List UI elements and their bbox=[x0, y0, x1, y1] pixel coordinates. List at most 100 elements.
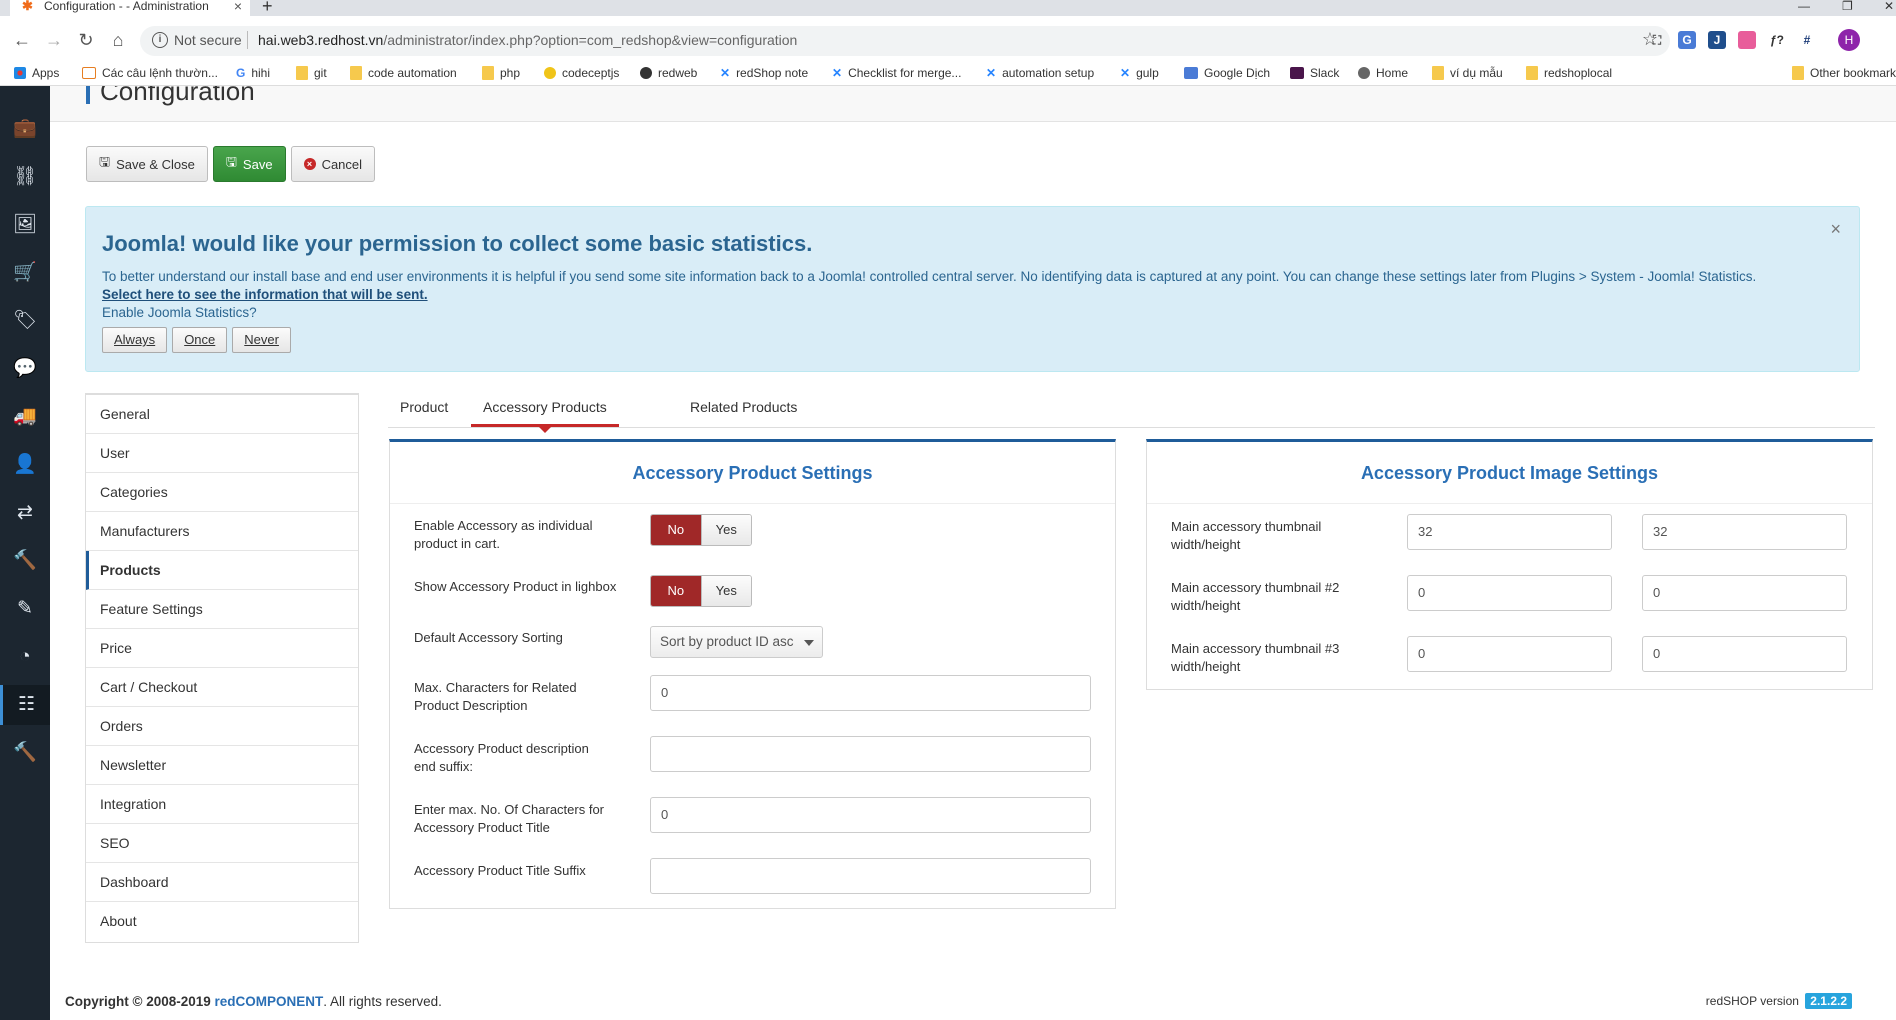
sidenav-item-orders[interactable]: Orders bbox=[86, 707, 358, 746]
brand-link[interactable]: redCOMPONENT bbox=[215, 994, 324, 1009]
title-suffix-input[interactable] bbox=[650, 858, 1091, 894]
bookmark-item[interactable]: git bbox=[296, 64, 327, 82]
sitemap-icon[interactable]: ⛓ bbox=[0, 157, 50, 197]
cart-icon[interactable]: 🛒 bbox=[0, 253, 50, 293]
user-icon[interactable]: 👤 bbox=[0, 445, 50, 485]
enable-accessory-toggle[interactable]: No Yes bbox=[650, 514, 752, 546]
toggle-no[interactable]: No bbox=[651, 515, 701, 545]
thumb2-width-input[interactable]: 0 bbox=[1407, 575, 1612, 611]
grid-extension-icon[interactable]: # bbox=[1798, 31, 1816, 49]
close-icon[interactable]: × bbox=[1830, 219, 1841, 240]
bookmark-label: hihi bbox=[251, 66, 271, 80]
profile-avatar[interactable]: H bbox=[1838, 29, 1860, 51]
forward-icon[interactable]: → bbox=[42, 28, 66, 52]
sidenav-item-categories[interactable]: Categories bbox=[86, 473, 358, 512]
tag-icon[interactable]: 🏷 bbox=[0, 301, 50, 341]
comment-icon[interactable]: 💬 bbox=[0, 349, 50, 389]
globe-icon bbox=[1358, 67, 1370, 79]
tab-accessory-products[interactable]: Accessory Products bbox=[471, 391, 619, 433]
screenshot-extension-icon[interactable]: ⛶ bbox=[1648, 31, 1666, 49]
pencil-icon[interactable]: ✎ bbox=[0, 589, 50, 629]
bookmark-item[interactable]: Google Dịch bbox=[1184, 64, 1270, 82]
bookmark-item[interactable]: php bbox=[482, 64, 520, 82]
max-title-input[interactable]: 0 bbox=[650, 797, 1091, 833]
truck-icon[interactable]: 🚚 bbox=[0, 397, 50, 437]
font-extension-icon[interactable]: ƒ? bbox=[1768, 31, 1786, 49]
sidenav-item-dashboard[interactable]: Dashboard bbox=[86, 863, 358, 902]
image-icon[interactable]: 🖼 bbox=[0, 205, 50, 245]
sidenav-item-cart-checkout[interactable]: Cart / Checkout bbox=[86, 668, 358, 707]
bookmark-label: Checklist for merge... bbox=[848, 66, 962, 80]
thumb1-height-input[interactable]: 32 bbox=[1642, 514, 1847, 550]
thumb1-width-input[interactable]: 32 bbox=[1407, 514, 1612, 550]
once-button[interactable]: Once bbox=[172, 327, 228, 353]
tools-icon[interactable]: 🔨 bbox=[0, 733, 50, 773]
bookmark-item[interactable]: codeceptjs bbox=[544, 64, 619, 82]
pie-chart-icon[interactable]: ◔ bbox=[0, 637, 50, 677]
thumb3-height-input[interactable]: 0 bbox=[1642, 636, 1847, 672]
address-bar[interactable]: i Not secure hai.web3.redhost.vn/adminis… bbox=[140, 26, 1670, 56]
info-icon[interactable]: i bbox=[152, 32, 168, 48]
bookmark-item[interactable]: ✕ Checklist for merge... bbox=[832, 64, 961, 82]
back-icon[interactable]: ← bbox=[10, 28, 34, 52]
briefcase-icon[interactable]: 💼 bbox=[0, 109, 50, 149]
tab-related-products[interactable]: Related Products bbox=[678, 391, 809, 427]
save-button[interactable]: 🖫 Save bbox=[212, 146, 286, 182]
bookmark-item[interactable]: redweb bbox=[640, 64, 697, 82]
minimize-icon[interactable]: — bbox=[1798, 0, 1810, 12]
hammer-icon[interactable]: 🔨 bbox=[0, 541, 50, 581]
thumb2-height-input[interactable]: 0 bbox=[1642, 575, 1847, 611]
sidenav-item-seo[interactable]: SEO bbox=[86, 824, 358, 863]
tab-label: Related Products bbox=[690, 399, 798, 415]
toggle-no[interactable]: No bbox=[651, 576, 701, 606]
stats-info-link[interactable]: Select here to see the information that … bbox=[102, 287, 428, 302]
restore-icon[interactable]: ❐ bbox=[1842, 0, 1853, 12]
bookmark-item[interactable]: ✕ automation setup bbox=[986, 64, 1094, 82]
bookmark-item[interactable]: Home bbox=[1358, 64, 1408, 82]
sidenav-item-user[interactable]: User bbox=[86, 434, 358, 473]
url-text[interactable]: hai.web3.redhost.vn/administrator/index.… bbox=[258, 32, 797, 48]
bookmark-item[interactable]: Ghihi bbox=[236, 64, 270, 82]
bookmark-item[interactable]: redshoplocal bbox=[1526, 64, 1612, 82]
close-tab-icon[interactable]: × bbox=[234, 0, 242, 13]
sidenav-item-general[interactable]: General bbox=[86, 395, 358, 434]
translate-extension-icon[interactable]: G bbox=[1678, 31, 1696, 49]
toggle-yes[interactable]: Yes bbox=[700, 515, 751, 545]
bookmark-item[interactable]: Slack bbox=[1290, 64, 1339, 82]
sidenav-item-products[interactable]: Products bbox=[86, 551, 358, 590]
save-close-button[interactable]: 🖫 Save & Close bbox=[86, 146, 208, 182]
jira-extension-icon[interactable]: J bbox=[1708, 31, 1726, 49]
lightbox-toggle[interactable]: No Yes bbox=[650, 575, 752, 607]
cancel-button[interactable]: × Cancel bbox=[290, 146, 376, 182]
color-extension-icon[interactable] bbox=[1738, 31, 1756, 49]
sorting-select[interactable]: Sort by product ID asc bbox=[650, 626, 823, 658]
thumb3-width-input[interactable]: 0 bbox=[1407, 636, 1612, 672]
bookmark-item[interactable]: ví dụ mẫu bbox=[1432, 64, 1503, 82]
exchange-icon[interactable]: ⇄ bbox=[0, 493, 50, 533]
sidenav-item-manufacturers[interactable]: Manufacturers bbox=[86, 512, 358, 551]
sidenav-item-newsletter[interactable]: Newsletter bbox=[86, 746, 358, 785]
reload-icon[interactable]: ↻ bbox=[74, 28, 98, 52]
sidenav-item-integration[interactable]: Integration bbox=[86, 785, 358, 824]
bookmark-item[interactable]: code automation bbox=[350, 64, 457, 82]
sidenav-item-feature-settings[interactable]: Feature Settings bbox=[86, 590, 358, 629]
sliders-icon[interactable]: ☷ bbox=[0, 685, 50, 725]
home-icon[interactable]: ⌂ bbox=[106, 28, 130, 52]
bookmark-item[interactable]: Các câu lệnh thườn... bbox=[82, 64, 218, 82]
max-desc-input[interactable]: 0 bbox=[650, 675, 1091, 711]
sidenav-item-about[interactable]: About bbox=[86, 902, 358, 941]
bookmark-item[interactable]: ✕ gulp bbox=[1120, 64, 1159, 82]
close-window-icon[interactable]: ✕ bbox=[1884, 0, 1894, 12]
never-button[interactable]: Never bbox=[232, 327, 291, 353]
bookmark-other[interactable]: Other bookmarks bbox=[1792, 64, 1896, 82]
toggle-yes[interactable]: Yes bbox=[700, 576, 751, 606]
new-tab-icon[interactable]: + bbox=[262, 0, 273, 15]
bookmark-item[interactable]: ✕ redShop note bbox=[720, 64, 808, 82]
cancel-label: Cancel bbox=[321, 156, 363, 172]
tab-product[interactable]: Product bbox=[388, 391, 460, 427]
bookmark-apps[interactable]: Apps bbox=[14, 64, 59, 82]
sidenav-item-price[interactable]: Price bbox=[86, 629, 358, 668]
always-button[interactable]: Always bbox=[102, 327, 168, 353]
browser-tab[interactable]: ✱ Configuration - - Administration × bbox=[10, 0, 250, 16]
desc-suffix-input[interactable] bbox=[650, 736, 1091, 772]
